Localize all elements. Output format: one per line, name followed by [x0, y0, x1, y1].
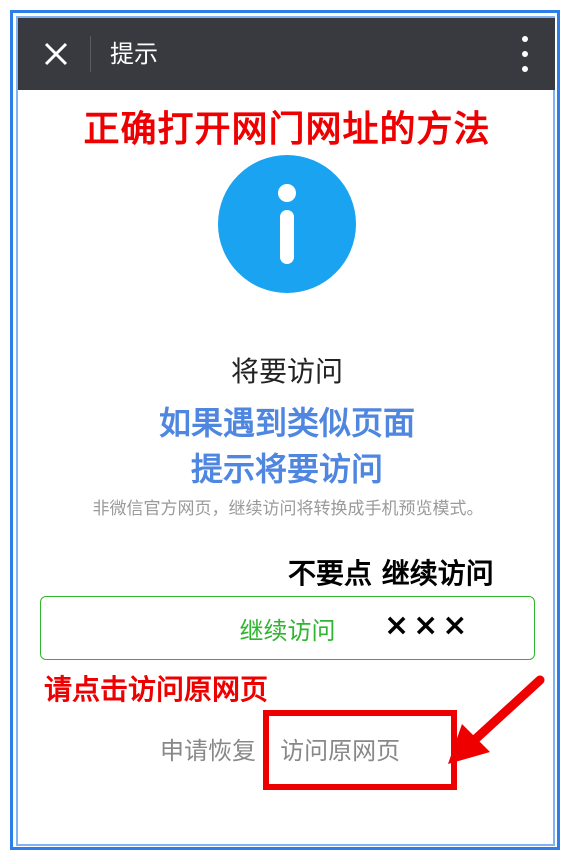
restore-link[interactable]: 申请恢复: [160, 737, 256, 765]
close-button[interactable]: [36, 34, 76, 74]
arrow-annotation-icon: [448, 675, 545, 764]
please-click-annotation: 请点击访问原网页: [44, 673, 269, 706]
more-button[interactable]: [515, 36, 535, 72]
notice-description: 非微信官方网页，继续访问将转换成手机预览模式。: [92, 499, 484, 519]
page-title: 提示: [110, 40, 158, 68]
crosses-annotation: ×××: [384, 608, 472, 643]
topbar-divider: [90, 36, 91, 72]
dont-click-annotation: 不要点 继续访问: [288, 557, 494, 590]
info-icon: [218, 155, 356, 293]
more-vertical-icon: [522, 36, 528, 42]
notice-title: 将要访问: [230, 355, 343, 388]
continue-button-label: 继续访问: [239, 616, 336, 645]
top-bar: 提示: [18, 18, 555, 90]
blue-annotation-line1: 如果遇到类似页面: [158, 404, 415, 442]
blue-annotation-line2: 提示将要访问: [190, 450, 383, 488]
highlight-box: [263, 710, 457, 790]
red-heading-annotation: 正确打开网门网址的方法: [83, 109, 491, 150]
close-icon: [44, 42, 68, 66]
